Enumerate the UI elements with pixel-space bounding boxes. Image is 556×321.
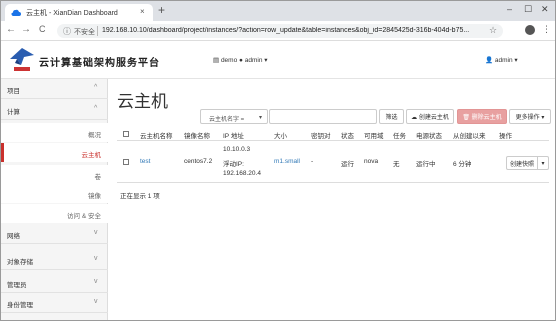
column-header[interactable]: 大小 <box>274 130 287 140</box>
sidebar-item-instances[interactable]: 云主机 <box>1 143 108 162</box>
account-icon[interactable] <box>525 25 535 35</box>
project-selector[interactable]: ▤ demo ● admin ▾ <box>213 56 268 64</box>
power-state: 运行中 <box>416 161 436 168</box>
task: 无 <box>393 161 400 168</box>
column-header[interactable]: IP 地址 <box>223 130 244 140</box>
chevron-down-icon: v <box>94 229 98 236</box>
sidebar-item-label: 云主机 <box>81 152 102 159</box>
instance-name-link[interactable]: test <box>140 158 150 165</box>
column-header[interactable]: 可用域 <box>364 130 384 140</box>
sidebar-section-label: 身份管理 <box>7 302 33 309</box>
chevron-down-icon: v <box>94 278 98 285</box>
create-snapshot-button[interactable]: 创建快照 <box>506 156 538 170</box>
column-header[interactable]: 状态 <box>341 130 354 140</box>
create-instance-button[interactable]: ☁ 创建云主机 <box>406 109 454 124</box>
minimize-icon[interactable]: – <box>507 4 512 14</box>
column-header[interactable]: 云主机名称 <box>140 130 173 140</box>
reload-icon[interactable]: C <box>39 24 46 34</box>
tab-bar: 云主机 - XianDian Dashboard × + – ☐ ✕ <box>1 1 555 21</box>
sidebar-item-label: 概况 <box>88 132 101 139</box>
sidebar-section-label: 对象存储 <box>7 259 33 266</box>
chevron-down-icon: ▾ <box>259 115 263 121</box>
sidebar-item-label: 镜像 <box>88 193 101 200</box>
bookmark-star-icon[interactable]: ☆ <box>489 25 497 36</box>
filter-field-label: 云主机名字 = <box>209 117 245 123</box>
brand-title: 云计算基础架构服务平台 <box>39 58 160 69</box>
column-header[interactable]: 镜像名称 <box>184 130 210 140</box>
new-tab-icon[interactable]: + <box>158 3 165 17</box>
column-header[interactable]: 电源状态 <box>416 130 442 140</box>
cloud-favicon-icon <box>11 9 21 16</box>
sidebar-section-label: 项目 <box>7 88 20 95</box>
browser-menu-icon[interactable]: ⋮ <box>542 24 551 35</box>
sidebar-section-label: 网络 <box>7 233 20 240</box>
main-content: 云主机 云主机名字 = ▾ 筛选 ☁ 创建云主机 🗑 删除云主机 更多操作 ▾ … <box>109 79 555 320</box>
sidebar-item-images[interactable]: 镜像 <box>1 184 108 203</box>
sidebar-item-access-security[interactable]: 访问 & 安全 <box>1 204 108 223</box>
omnibox[interactable]: ⓘ 不安全 192.168.10.10/dashboard/project/in… <box>57 24 503 38</box>
sidebar-section-object-store[interactable]: 对象存储 v <box>1 250 108 270</box>
omnibox-divider <box>97 26 98 36</box>
ip-address: 10.10.0.3 <box>223 146 251 153</box>
sidebar-section-network[interactable]: 网络 v <box>1 224 108 244</box>
chevron-down-icon: v <box>94 298 98 305</box>
status: 运行 <box>341 161 354 168</box>
browser-tab[interactable]: 云主机 - XianDian Dashboard × <box>5 4 153 21</box>
bird-logo-icon <box>10 48 34 71</box>
sidebar-section-identity[interactable]: 身份管理 v <box>1 293 108 313</box>
availability-zone: nova <box>364 158 379 165</box>
sidebar-item-volumes[interactable]: 卷 <box>1 165 108 184</box>
column-header[interactable]: 任务 <box>393 130 406 140</box>
column-header: 操作 <box>499 133 512 140</box>
delete-instances-button[interactable]: 🗑 删除云主机 <box>457 109 507 124</box>
forward-icon[interactable]: → <box>21 24 31 35</box>
chevron-up-icon: ^ <box>94 105 98 112</box>
column-header[interactable]: 密钥对 <box>311 130 331 140</box>
window-close-icon[interactable]: ✕ <box>541 4 549 15</box>
row-checkbox[interactable] <box>123 159 129 165</box>
tab-close-icon[interactable]: × <box>140 7 145 16</box>
filter-field-select[interactable]: 云主机名字 = ▾ <box>200 109 268 124</box>
sidebar-section-admin[interactable]: 管理员 v <box>1 273 108 293</box>
image-name: centos7.2 <box>184 158 213 165</box>
back-icon[interactable]: ← <box>6 24 16 35</box>
age: 6 分钟 <box>453 161 472 168</box>
sidebar-section-project[interactable]: 项目 ^ <box>1 79 108 99</box>
flavor-link[interactable]: m1.small <box>274 158 300 165</box>
sidebar-section-label: 管理员 <box>7 282 27 289</box>
insecure-label: 不安全 <box>74 29 95 36</box>
more-actions-button[interactable]: 更多操作 ▾ <box>509 109 551 124</box>
address-bar: ← → C ⓘ 不安全 192.168.10.10/dashboard/proj… <box>1 21 555 41</box>
chevron-down-icon: v <box>94 255 98 262</box>
table-row: test centos7.2 10.10.0.3 浮动IP: 192.168.2… <box>117 142 549 183</box>
maximize-icon[interactable]: ☐ <box>524 4 532 15</box>
sidebar-section-label: 计算 <box>7 109 20 116</box>
showing-count: 正在显示 1 项 <box>120 193 160 200</box>
chevron-up-icon: ^ <box>94 84 98 91</box>
filter-button[interactable]: 筛选 <box>379 109 404 124</box>
browser-window: 云主机 - XianDian Dashboard × + – ☐ ✕ ← → C… <box>0 0 556 321</box>
sidebar-item-label: 访问 & 安全 <box>67 213 101 220</box>
sidebar: 项目 ^ 计算 ^ 概况 云主机 卷 镜像 访问 & 安全 网络 v 对象存储 … <box>1 79 108 320</box>
page-title: 云主机 <box>117 92 168 111</box>
url-text[interactable]: 192.168.10.10/dashboard/project/instance… <box>102 27 474 34</box>
user-menu[interactable]: 👤 admin ▾ <box>485 56 518 64</box>
sidebar-item-label: 卷 <box>94 174 102 181</box>
table-header: 云主机名称 镜像名称 IP 地址 大小 密钥对 状态 可用域 任务 电源状态 从… <box>117 127 549 141</box>
keypair: - <box>311 158 314 165</box>
floating-ip-label: 浮动IP: <box>223 161 244 168</box>
info-icon[interactable]: ⓘ <box>63 26 71 37</box>
column-header[interactable]: 从创建以来 <box>453 130 486 140</box>
floating-ip: 192.168.20.4 <box>223 170 261 177</box>
sidebar-section-compute[interactable]: 计算 ^ <box>1 100 108 120</box>
sidebar-item-overview[interactable]: 概况 <box>1 123 108 142</box>
row-actions-dropdown[interactable]: ▾ <box>538 156 549 170</box>
app-header: 云计算基础架构服务平台 ▤ demo ● admin ▾ 👤 admin ▾ <box>1 41 555 79</box>
tab-title: 云主机 - XianDian Dashboard <box>26 10 118 17</box>
select-all-checkbox[interactable] <box>123 131 129 137</box>
filter-input[interactable] <box>269 109 377 124</box>
